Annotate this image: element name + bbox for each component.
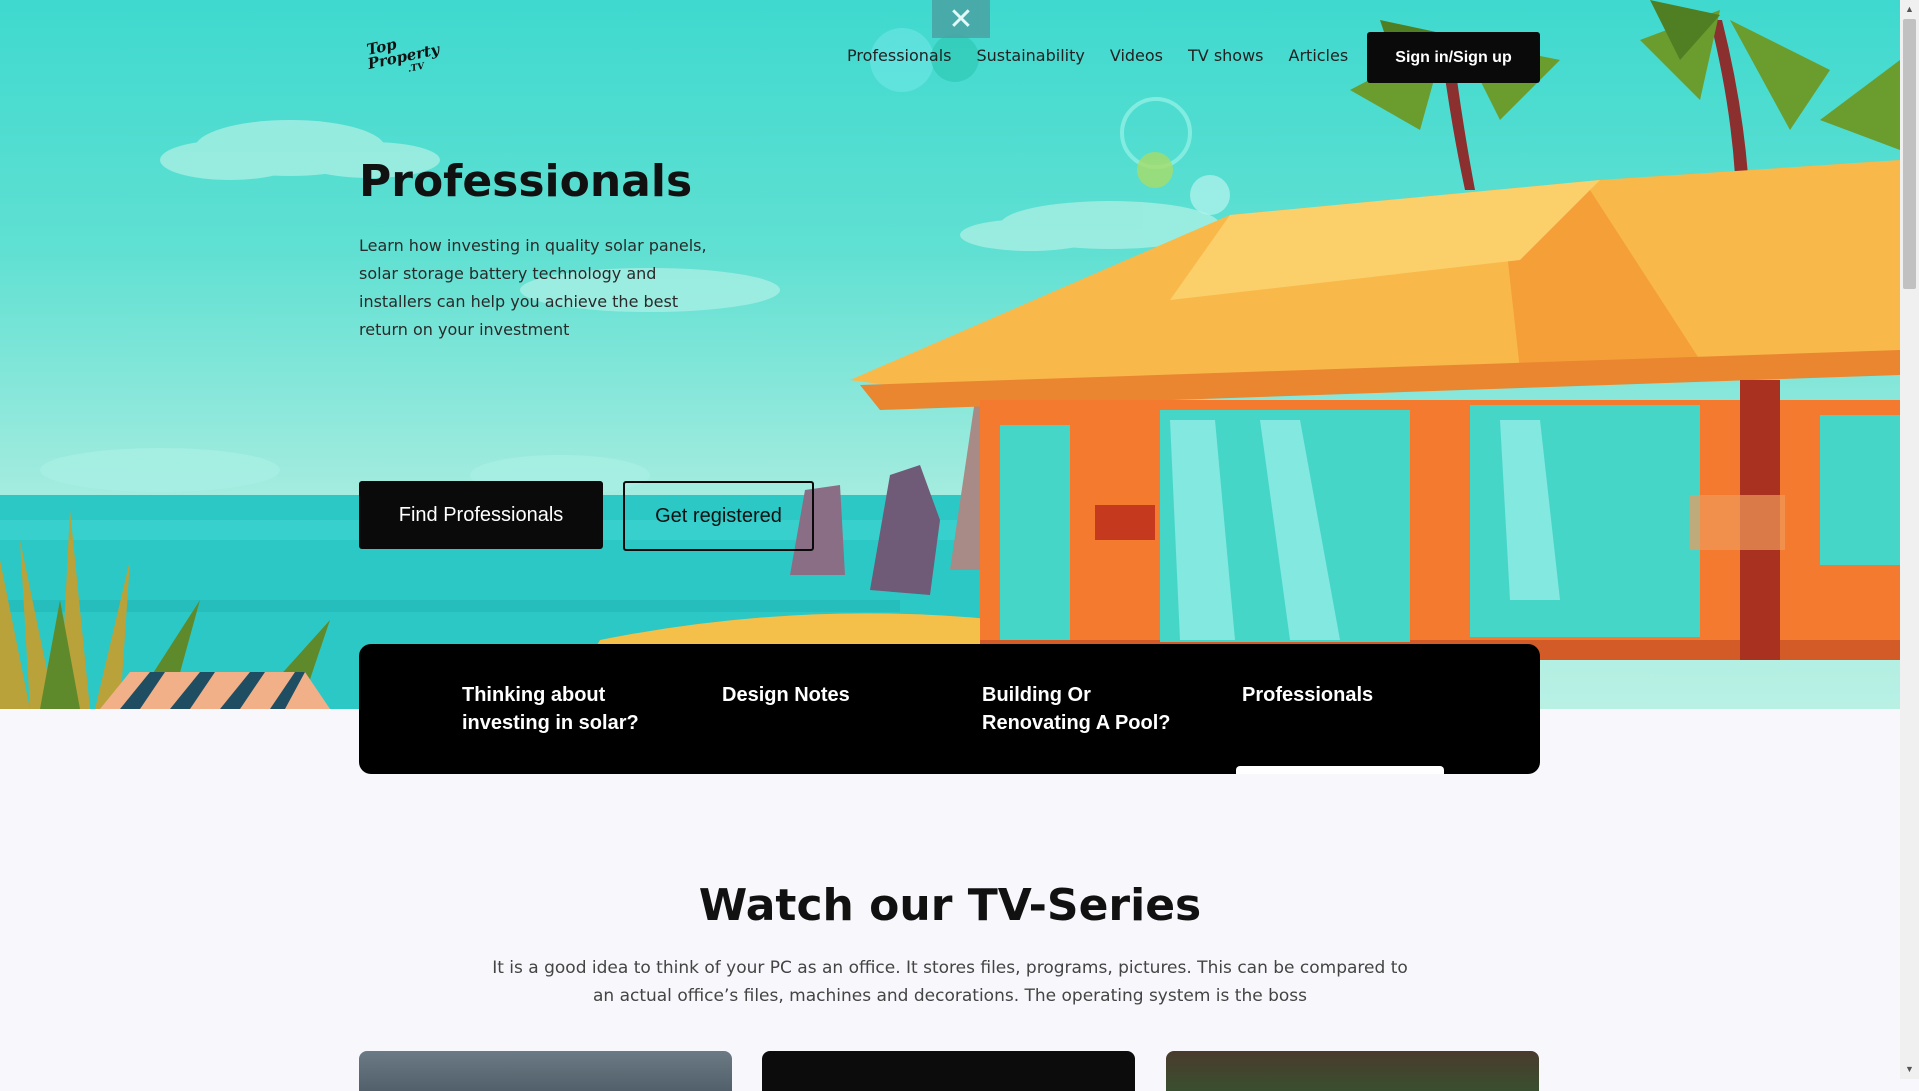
hero-description: Learn how investing in quality solar pan… <box>359 236 707 339</box>
video-card[interactable] <box>1166 1051 1539 1091</box>
nav-item-tv-shows[interactable]: TV shows <box>1188 46 1264 65</box>
tab-design-notes[interactable]: Design Notes <box>722 681 922 709</box>
get-registered-button[interactable]: Get registered <box>623 481 814 551</box>
find-professionals-button[interactable]: Find Professionals <box>359 481 603 549</box>
video-card[interactable] <box>762 1051 1135 1091</box>
site-header: Top Property .TV ✕ Professionals Sustain… <box>0 0 1900 115</box>
tab-professionals[interactable]: Professionals <box>1242 681 1442 709</box>
section-description: It is a good idea to think of your PC as… <box>492 958 1408 1006</box>
section-title: Watch our TV-Series <box>698 880 1202 931</box>
scroll-down-icon[interactable]: ▼ <box>1905 1064 1914 1074</box>
signin-button[interactable]: Sign in/Sign up <box>1367 32 1540 83</box>
scroll-thumb[interactable] <box>1903 19 1916 289</box>
close-icon[interactable]: ✕ <box>932 0 990 38</box>
category-tabs: Thinking about investing in solar? Desig… <box>359 644 1540 774</box>
video-card[interactable] <box>359 1051 732 1091</box>
logo[interactable]: Top Property .TV <box>365 30 441 92</box>
nav-item-articles[interactable]: Articles <box>1289 46 1349 65</box>
active-tab-indicator <box>1236 766 1444 774</box>
page-scrollbar[interactable]: ▲ ▼ <box>1900 0 1919 1079</box>
main-nav: Professionals Sustainability Videos TV s… <box>847 46 1373 65</box>
hero-section: Top Property .TV ✕ Professionals Sustain… <box>0 0 1900 709</box>
page-title: Professionals <box>359 156 693 207</box>
tab-building-pool[interactable]: Building Or Renovating A Pool? <box>982 681 1172 737</box>
scroll-up-icon[interactable]: ▲ <box>1905 4 1914 14</box>
nav-item-sustainability[interactable]: Sustainability <box>977 46 1085 65</box>
nav-item-videos[interactable]: Videos <box>1110 46 1163 65</box>
nav-item-professionals[interactable]: Professionals <box>847 46 952 65</box>
tab-thinking-solar[interactable]: Thinking about investing in solar? <box>462 681 642 737</box>
